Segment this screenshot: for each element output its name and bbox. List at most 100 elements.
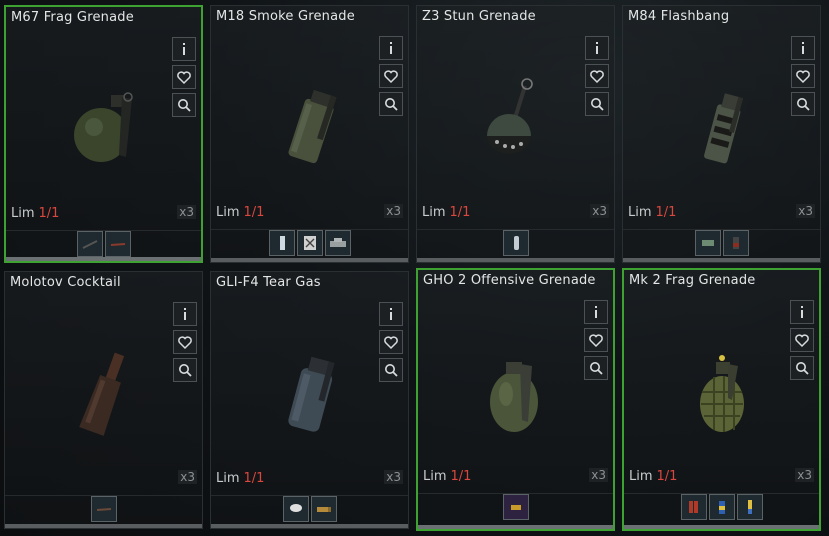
attachment-slot[interactable] — [282, 496, 309, 522]
heart-icon — [796, 70, 810, 84]
item-card-z3[interactable]: Z3 Stun Grenade Lim 1/1 x3 — [416, 5, 615, 263]
info-icon — [184, 308, 186, 320]
limit-value: 1/1 — [38, 206, 60, 221]
favorite-button[interactable] — [584, 328, 608, 352]
inspect-button[interactable] — [585, 92, 609, 116]
info-icon — [390, 308, 392, 320]
info-icon — [390, 42, 392, 54]
limit-text: Lim 1/1 — [629, 469, 677, 484]
magnifier-icon — [591, 98, 604, 111]
attachment-slots — [417, 229, 614, 256]
info-button[interactable] — [585, 36, 609, 60]
info-button[interactable] — [173, 302, 197, 326]
favorite-button[interactable] — [173, 330, 197, 354]
magnifier-icon — [385, 364, 398, 377]
inspect-button[interactable] — [173, 358, 197, 382]
battery-icon — [718, 501, 725, 514]
favorite-button[interactable] — [585, 64, 609, 88]
quantity-badge: x3 — [796, 204, 815, 218]
attachment-slot[interactable] — [268, 230, 295, 256]
attachment-slot[interactable] — [324, 230, 351, 256]
card-title: GLI-F4 Tear Gas — [216, 275, 321, 290]
card-title: GHO 2 Offensive Grenade — [423, 273, 596, 288]
favorite-button[interactable] — [172, 65, 196, 89]
attachment-slots — [5, 495, 202, 522]
limit-label: Lim — [423, 469, 447, 484]
inspect-button[interactable] — [172, 93, 196, 117]
info-icon — [802, 42, 804, 54]
quantity-badge: x3 — [178, 470, 197, 484]
limit-text: Lim 1/1 — [423, 469, 471, 484]
favorite-button[interactable] — [379, 330, 403, 354]
inspect-button[interactable] — [790, 356, 814, 380]
favorite-button[interactable] — [379, 64, 403, 88]
heart-icon — [384, 70, 398, 84]
limit-label: Lim — [11, 206, 35, 221]
attachment-slot[interactable] — [680, 494, 707, 520]
cartridge-icon — [316, 507, 331, 512]
card-title: M18 Smoke Grenade — [216, 9, 355, 24]
limit-text: Lim 1/1 — [628, 205, 676, 220]
attachment-slot[interactable] — [296, 230, 323, 256]
info-icon — [183, 43, 185, 55]
item-card-molotov[interactable]: Molotov Cocktail x3 — [4, 271, 203, 529]
attachment-slot[interactable] — [722, 230, 749, 256]
heart-icon — [590, 70, 604, 84]
card-title: Mk 2 Frag Grenade — [629, 273, 756, 288]
heart-icon — [384, 336, 398, 350]
item-card-m84[interactable]: M84 Flashbang Lim 1/1 x3 — [622, 5, 821, 263]
info-icon — [595, 306, 597, 318]
offensive-grenade-icon — [490, 362, 538, 432]
card-footer-bar — [211, 258, 408, 262]
limit-value: 1/1 — [243, 205, 265, 220]
limit-text: Lim 1/1 — [11, 206, 59, 221]
attachment-slot[interactable] — [736, 494, 763, 520]
pin-icon — [82, 240, 97, 249]
limit-value: 1/1 — [450, 469, 472, 484]
item-card-gho2[interactable]: GHO 2 Offensive Grenade Lim 1/1 x3 — [416, 268, 615, 531]
attachment-slot[interactable] — [90, 496, 117, 522]
canister-icon — [279, 236, 285, 250]
card-footer-bar — [418, 525, 613, 529]
favorite-button[interactable] — [791, 64, 815, 88]
card-title: Z3 Stun Grenade — [422, 9, 536, 24]
inspect-button[interactable] — [379, 92, 403, 116]
vehicle-icon — [329, 238, 346, 247]
info-button[interactable] — [172, 37, 196, 61]
info-button[interactable] — [379, 302, 403, 326]
inspect-button[interactable] — [379, 358, 403, 382]
info-button[interactable] — [790, 300, 814, 324]
attachment-slot[interactable] — [502, 230, 529, 256]
attachment-slots — [624, 493, 819, 520]
heart-icon — [795, 334, 809, 348]
inspect-button[interactable] — [791, 92, 815, 116]
info-button[interactable] — [379, 36, 403, 60]
magnifier-icon — [797, 98, 810, 111]
info-button[interactable] — [791, 36, 815, 60]
inspect-button[interactable] — [584, 356, 608, 380]
limit-label: Lim — [422, 205, 446, 220]
limit-label: Lim — [216, 205, 240, 220]
attachment-slot[interactable] — [76, 231, 103, 257]
item-card-mk2[interactable]: Mk 2 Frag Grenade Lim 1/1 x3 — [622, 268, 821, 531]
attachment-slots — [211, 495, 408, 522]
heart-icon — [178, 336, 192, 350]
attachment-slot[interactable] — [310, 496, 337, 522]
attachment-slot[interactable] — [694, 230, 721, 256]
attachment-slot[interactable] — [708, 494, 735, 520]
pineapple-grenade-icon — [700, 355, 744, 432]
dynamite-icon — [688, 501, 698, 513]
attachment-slot[interactable] — [502, 494, 529, 520]
magnifier-icon — [385, 98, 398, 111]
attachment-slot[interactable] — [104, 231, 131, 257]
favorite-button[interactable] — [790, 328, 814, 352]
item-card-m67[interactable]: M67 Frag Grenade Lim 1/1 x3 — [4, 5, 203, 263]
info-button[interactable] — [584, 300, 608, 324]
item-card-glif4[interactable]: GLI-F4 Tear Gas Lim 1/1 x3 — [210, 271, 409, 529]
speech-bubble-icon — [289, 504, 302, 512]
info-icon — [801, 306, 803, 318]
attachment-slots — [211, 229, 408, 256]
magnifier-icon — [796, 362, 809, 375]
wick-icon — [96, 508, 111, 511]
item-card-m18[interactable]: M18 Smoke Grenade Lim 1/1 x3 — [210, 5, 409, 263]
